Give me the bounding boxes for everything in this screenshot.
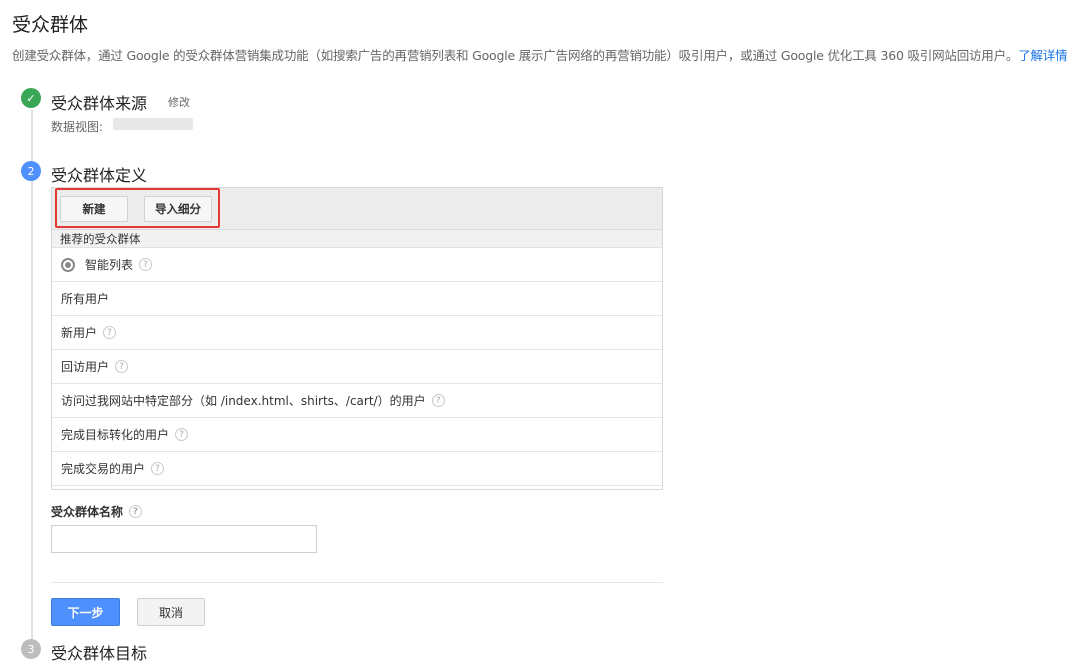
step2-number-badge: 2 xyxy=(21,161,41,181)
panel-toolbar: 新建 导入细分 xyxy=(52,188,662,230)
edit-source-link[interactable]: 修改 xyxy=(168,94,190,110)
help-icon[interactable]: ? xyxy=(139,258,153,271)
page-title: 受众群体 xyxy=(12,14,89,36)
import-segment-button[interactable]: 导入细分 xyxy=(144,196,212,222)
list-item-section-visitors[interactable]: 访问过我网站中特定部分（如 /index.html、shirts、/cart/）… xyxy=(52,384,662,418)
new-audience-button[interactable]: 新建 xyxy=(60,196,128,222)
list-item-new-users[interactable]: 新用户 ? xyxy=(52,316,662,350)
help-icon[interactable]: ? xyxy=(129,505,143,518)
next-step-button[interactable]: 下一步 xyxy=(51,598,120,626)
audience-name-label-text: 受众群体名称 xyxy=(51,505,124,519)
list-item-smart-list[interactable]: 智能列表 ? xyxy=(52,248,662,282)
step-timeline-line xyxy=(31,110,33,640)
list-item-label: 所有用户 xyxy=(61,292,110,306)
step2-title: 受众群体定义 xyxy=(51,166,148,185)
audience-name-input[interactable] xyxy=(51,525,317,553)
help-icon[interactable]: ? xyxy=(175,428,189,441)
list-item-label: 新用户 xyxy=(61,326,98,340)
list-item-label: 智能列表 xyxy=(85,258,134,272)
list-item-label: 完成目标转化的用户 xyxy=(61,428,170,442)
data-view-label: 数据视图: xyxy=(51,120,104,134)
list-item-transactors[interactable]: 完成交易的用户 ? xyxy=(52,452,662,486)
help-icon[interactable]: ? xyxy=(431,394,445,407)
list-item-goal-converters[interactable]: 完成目标转化的用户 ? xyxy=(52,418,662,452)
audience-name-label: 受众群体名称 ? xyxy=(51,503,143,520)
step-complete-check-icon: ✓ xyxy=(21,88,41,108)
cancel-button[interactable]: 取消 xyxy=(137,598,205,626)
description-text: 创建受众群体，通过 Google 的受众群体营销集成功能（如搜索广告的再营销列表… xyxy=(12,48,1019,63)
list-item-label: 完成交易的用户 xyxy=(61,462,146,476)
list-item-all-users[interactable]: 所有用户 xyxy=(52,282,662,316)
recommended-audiences-header: 推荐的受众群体 xyxy=(52,230,662,248)
audience-definition-panel: 新建 导入细分 推荐的受众群体 智能列表 ? 所有用户 新用户 ? 回访用户 ?… xyxy=(51,187,663,490)
smart-list-icon xyxy=(61,257,75,272)
learn-more-link[interactable]: 了解详情 xyxy=(1018,48,1067,63)
data-view-value-redacted xyxy=(113,118,193,130)
help-icon[interactable]: ? xyxy=(103,326,117,339)
divider xyxy=(51,582,663,583)
list-item-returning-users[interactable]: 回访用户 ? xyxy=(52,350,662,384)
step3-number-badge: 3 xyxy=(21,639,41,659)
list-item-label: 访问过我网站中特定部分（如 /index.html、shirts、/cart/）… xyxy=(61,394,426,408)
help-icon[interactable]: ? xyxy=(115,360,129,373)
page-description: 创建受众群体，通过 Google 的受众群体营销集成功能（如搜索广告的再营销列表… xyxy=(12,45,1068,64)
step3-title: 受众群体目标 xyxy=(51,644,148,663)
list-item-label: 回访用户 xyxy=(61,360,110,374)
help-icon[interactable]: ? xyxy=(151,462,165,475)
step1-title: 受众群体来源 xyxy=(51,94,148,113)
